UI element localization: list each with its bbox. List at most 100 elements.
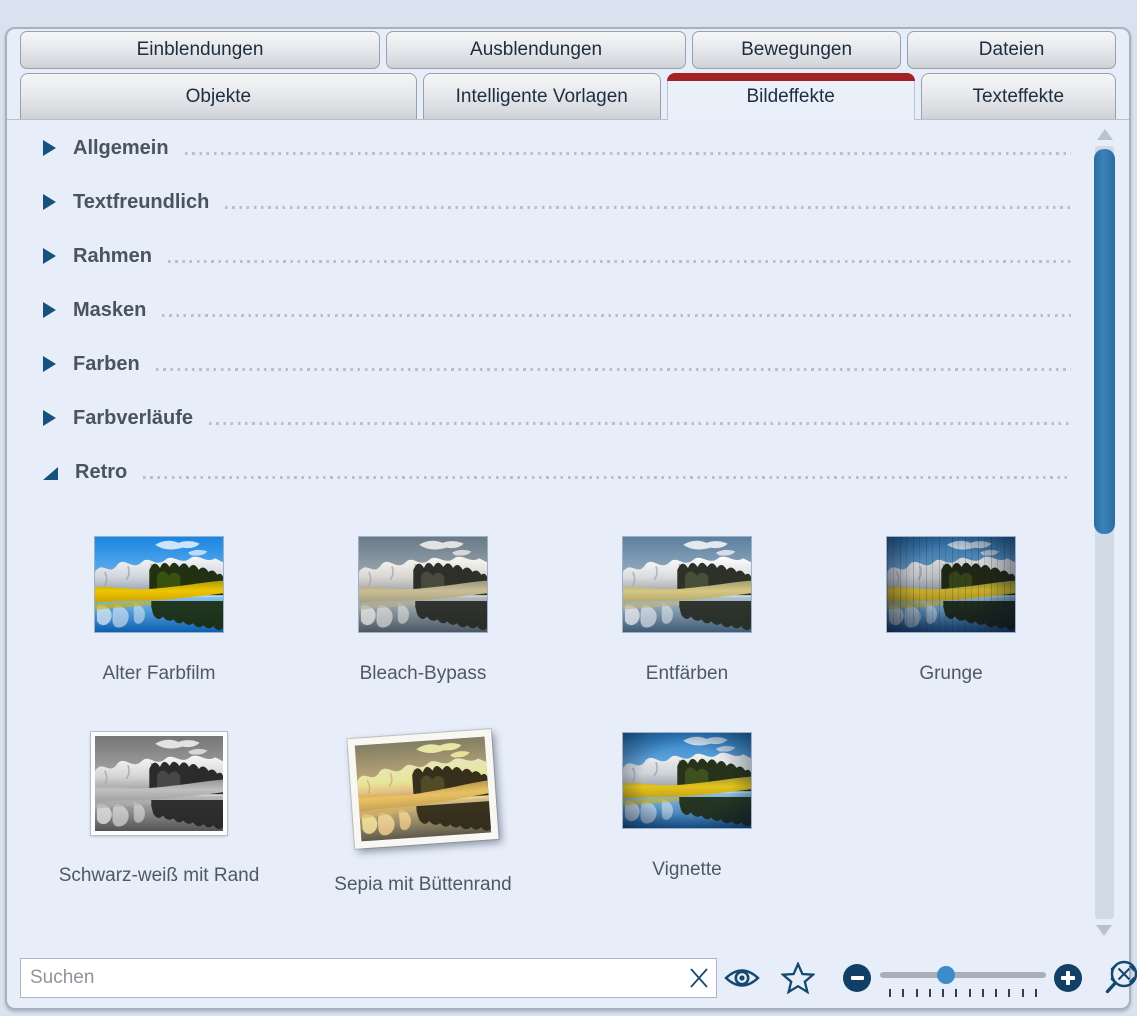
category-row[interactable]: Retro (43, 445, 1071, 499)
expander-triangle-icon (43, 410, 56, 426)
tab[interactable]: Bewegungen (692, 31, 901, 69)
favorites-button[interactable] (781, 962, 815, 994)
effect-thumbnail-frame (358, 536, 488, 633)
tab[interactable]: Intelligente Vorlagen (423, 73, 661, 119)
effect-overlay (355, 737, 491, 842)
effect-thumbnail-frame (347, 729, 498, 849)
tab-label: Dateien (979, 39, 1045, 61)
tab[interactable]: Objekte (20, 73, 417, 119)
effect-overlay (623, 537, 751, 632)
effect-thumbnail-frame (886, 536, 1016, 633)
slider-ticks (889, 989, 1037, 997)
scroll-down-arrow-icon[interactable] (1096, 925, 1112, 936)
effects-grid: Alter Farbfilm Bleach-Bypass (27, 536, 1083, 896)
effect-overlay (623, 733, 751, 828)
effect-thumbnail-frame (622, 536, 752, 633)
effect-label: Bleach-Bypass (360, 663, 487, 685)
vertical-scrollbar[interactable] (1094, 129, 1115, 936)
clear-x-icon (687, 966, 711, 990)
clear-search-button[interactable] (687, 966, 711, 990)
category-row[interactable]: Farbverläufe (43, 391, 1071, 445)
category-row[interactable]: Masken (43, 283, 1071, 337)
effect-item[interactable]: Bleach-Bypass (291, 536, 555, 685)
category-label: Rahmen (73, 245, 152, 268)
effect-thumbnail-frame (91, 732, 227, 835)
thumbnail-size-slider[interactable] (880, 956, 1046, 1000)
zoom-in-button[interactable] (1054, 964, 1082, 992)
category-list: Allgemein Textfreundlich Rahmen Masken (43, 121, 1071, 499)
star-icon (781, 962, 815, 994)
zoom-out-button[interactable] (843, 964, 871, 992)
eye-icon (723, 965, 761, 991)
effect-thumbnail-frame (94, 536, 224, 633)
category-label: Farbverläufe (73, 407, 193, 430)
tab-label: Texteffekte (972, 86, 1064, 108)
effects-panel: Einblendungen Ausblendungen Bewegungen D… (5, 27, 1131, 1010)
tab-label: Bewegungen (741, 39, 852, 61)
dotted-leader (185, 152, 1071, 155)
category-row[interactable]: Allgemein (43, 121, 1071, 175)
zoom-out-icon (851, 976, 864, 980)
slider-track[interactable] (880, 972, 1046, 978)
tab[interactable]: Ausblendungen (386, 31, 686, 69)
category-row[interactable]: Farben (43, 337, 1071, 391)
effect-thumbnail-frame (622, 732, 752, 829)
slider-thumb[interactable] (937, 966, 955, 984)
tab-label: Ausblendungen (470, 39, 602, 61)
tab-row-bottom: Objekte Intelligente Vorlagen Bildeffekt… (7, 73, 1129, 120)
tab[interactable]: Dateien (907, 31, 1116, 69)
scroll-up-arrow-icon[interactable] (1097, 129, 1113, 140)
category-label: Retro (75, 461, 127, 484)
effect-thumbnail (886, 536, 1016, 633)
effect-item[interactable]: Schwarz-weiß mit Rand (27, 732, 291, 896)
tab-label: Objekte (186, 86, 251, 108)
tab-row-top: Einblendungen Ausblendungen Bewegungen D… (7, 31, 1129, 69)
zoom-fit-button[interactable] (1102, 958, 1137, 998)
bottom-toolbar (20, 956, 1119, 1000)
effect-thumbnail (622, 536, 752, 633)
tab[interactable]: Texteffekte (921, 73, 1116, 119)
dotted-leader (225, 206, 1071, 209)
effect-overlay (95, 736, 223, 831)
effect-label: Schwarz-weiß mit Rand (59, 865, 260, 887)
effect-item[interactable]: Grunge (819, 536, 1083, 685)
dotted-leader (143, 476, 1071, 479)
category-label: Allgemein (73, 137, 169, 160)
effect-label: Sepia mit Büttenrand (334, 874, 511, 896)
zoom-in-icon (1061, 971, 1075, 985)
effect-item[interactable]: Sepia mit Büttenrand (291, 732, 555, 896)
category-row[interactable]: Rahmen (43, 229, 1071, 283)
effect-overlay (887, 537, 1015, 632)
search-input[interactable] (20, 958, 717, 998)
scrollbar-thumb[interactable] (1094, 149, 1115, 534)
category-label: Masken (73, 299, 146, 322)
effect-thumbnail (91, 732, 227, 835)
tab[interactable]: Einblendungen (20, 31, 380, 69)
tab-label: Intelligente Vorlagen (456, 86, 628, 108)
expander-triangle-icon (43, 356, 56, 372)
search-field-wrap (20, 958, 717, 998)
category-row[interactable]: Textfreundlich (43, 175, 1071, 229)
effect-label: Grunge (919, 663, 982, 685)
effect-label: Entfärben (646, 663, 728, 685)
dotted-leader (162, 314, 1071, 317)
effect-item[interactable]: Alter Farbfilm (27, 536, 291, 685)
effect-item[interactable]: Entfärben (555, 536, 819, 685)
zoom-fit-icon (1102, 958, 1137, 998)
effect-label: Alter Farbfilm (103, 663, 216, 685)
scrollbar-track[interactable] (1095, 146, 1114, 919)
effect-thumbnail (622, 732, 752, 829)
preview-toggle-button[interactable] (723, 965, 761, 991)
expander-triangle-icon (43, 140, 56, 156)
expander-triangle-icon (43, 302, 56, 318)
dotted-leader (168, 260, 1071, 263)
expander-triangle-icon (43, 194, 56, 210)
effect-item[interactable]: Vignette (555, 732, 819, 896)
tab[interactable]: Bildeffekte (667, 73, 915, 120)
dotted-leader (156, 368, 1071, 371)
effect-overlay (95, 537, 223, 632)
expander-triangle-icon (43, 248, 56, 264)
effect-label: Vignette (652, 859, 721, 881)
tab-label: Bildeffekte (746, 86, 834, 108)
effect-thumbnail (358, 536, 488, 633)
